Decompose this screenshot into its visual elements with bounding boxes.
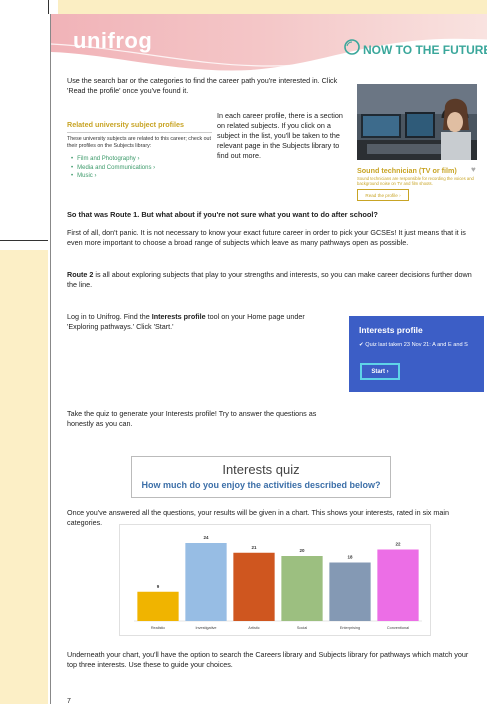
document-page: unifrog NOW TO THE FUTURE Use the search…	[50, 14, 487, 705]
related-subject-link[interactable]: Media and Communications ›	[67, 164, 155, 173]
start-button[interactable]: Start ›	[360, 363, 400, 380]
related-subjects-description: These university subjects are related to…	[67, 136, 211, 149]
chart-value-label: 22	[395, 542, 401, 547]
chart-bar	[281, 556, 323, 621]
login-text-a: Log in to Unifrog. Find the	[67, 312, 152, 321]
route1-paragraph: First of all, don't panic. It is not nec…	[67, 228, 466, 247]
career-card-title[interactable]: Sound technician (TV or film)	[357, 166, 457, 175]
chart-category-label: Artistic	[248, 626, 259, 630]
chart-category-label: Realistic	[151, 626, 165, 630]
left-margin-rule	[0, 240, 48, 241]
unifrog-logo: unifrog	[73, 28, 153, 53]
chart-category-label: Social	[297, 626, 307, 630]
top-highlight-band	[58, 0, 487, 14]
login-tool-name: Interests profile	[151, 312, 206, 321]
related-divider	[67, 132, 212, 133]
chart-value-label: 20	[299, 548, 305, 553]
take-quiz-text: Take the quiz to generate your Interests…	[67, 409, 317, 428]
quiz-subtitle: How much do you enjoy the activities des…	[141, 480, 381, 490]
chart-category-label: Enterprising	[340, 626, 360, 630]
chart-value-label: 21	[251, 545, 257, 550]
interests-bar-chart: 9 Realistic 24 Investigative 21 Artistic 20 Soc…	[119, 524, 431, 636]
related-subjects-list: Film and Photography › Media and Communi…	[67, 155, 155, 181]
favourite-heart-icon[interactable]: ♥	[471, 165, 476, 174]
header-tagline: NOW TO THE FUTURE	[363, 43, 487, 57]
chart-category-label: Investigative	[195, 626, 216, 630]
left-highlight-strip	[0, 250, 48, 704]
left-divider-line	[48, 0, 49, 14]
login-instructions: Log in to Unifrog. Find the Interests pr…	[67, 312, 307, 332]
route2-paragraph: Route 2 is all about exploring subjects …	[67, 270, 477, 290]
chart-bar	[233, 552, 275, 621]
interests-panel-title: Interests profile	[359, 325, 423, 335]
read-profile-button[interactable]: Read the profile ›	[357, 189, 409, 201]
interests-profile-panel: Interests profile ✔ Quiz last taken 23 N…	[349, 316, 484, 392]
related-subjects-explanation: In each career profile, there is a secti…	[217, 111, 343, 160]
quiz-title: Interests quiz	[222, 462, 300, 477]
route2-text: is all about exploring subjects that pla…	[67, 270, 472, 289]
chart-bar	[137, 591, 179, 621]
career-card-description: Sound technicians are responsible for re…	[357, 176, 474, 187]
chart-value-label: 9	[157, 584, 160, 589]
route2-label: Route 2	[67, 270, 94, 279]
outro-text: Underneath your chart, you'll have the o…	[67, 650, 469, 669]
chart-bar	[377, 549, 419, 621]
related-subjects-heading: Related university subject profiles	[67, 120, 185, 129]
chart-svg: 9 Realistic 24 Investigative 21 Artistic 20 Soc…	[134, 535, 422, 630]
route1-heading: So that was Route 1. But what about if y…	[67, 210, 378, 219]
chart-value-label: 24	[203, 535, 209, 540]
chart-category-label: Conventional	[387, 626, 409, 630]
interests-quiz-banner: Interests quiz How much do you enjoy the…	[131, 456, 391, 498]
sound-technician-photo	[357, 84, 477, 160]
quiz-status: ✔ Quiz last taken 23 Nov 21: A and E and…	[359, 342, 468, 348]
search-icon	[344, 39, 360, 55]
page-header: unifrog NOW TO THE FUTURE	[51, 14, 487, 72]
chart-value-label: 18	[347, 555, 353, 560]
chart-bar	[329, 562, 371, 621]
related-subject-link[interactable]: Film and Photography ›	[67, 155, 155, 164]
related-subject-link[interactable]: Music ›	[67, 172, 155, 181]
search-instructions: Use the search bar or the categories to …	[67, 76, 338, 95]
chart-bar	[185, 543, 227, 621]
